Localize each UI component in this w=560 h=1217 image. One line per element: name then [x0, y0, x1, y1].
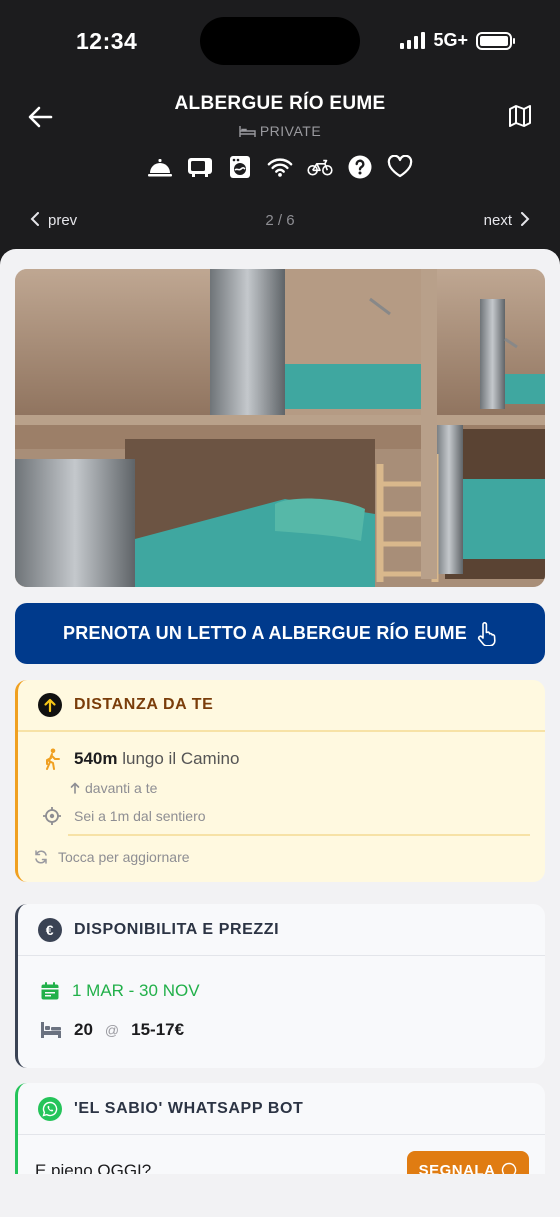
crosshair-icon — [43, 807, 61, 825]
status-bar: 12:34 5G+ — [0, 0, 560, 80]
distance-suffix: lungo il Camino — [122, 749, 240, 768]
bed-icon — [239, 126, 256, 137]
direction-row: davanti a te — [70, 780, 157, 796]
whatsapp-card-header: 'EL SABIO' WHATSAPP BOT — [18, 1083, 545, 1135]
help-icon[interactable] — [347, 154, 373, 180]
bed-icon — [41, 1022, 61, 1038]
divider — [68, 834, 530, 836]
distance-value: 540m — [74, 749, 118, 768]
calendar-icon — [41, 982, 59, 1000]
washing-machine-icon — [227, 154, 253, 180]
availability-card-title: DISPONIBILITA E PREZZI — [74, 920, 280, 938]
distance-card-title: DISTANZA DA TE — [74, 696, 214, 713]
pager-row: prev 2 / 6 next — [0, 212, 560, 234]
hand-pointer-icon — [477, 621, 496, 646]
whatsapp-icon — [502, 1162, 517, 1174]
header: ALBERGUE RÍO EUME PRIVATE prev 2 / 6 nex… — [0, 80, 560, 250]
map-icon — [509, 105, 531, 127]
accommodation-type-label: PRIVATE — [259, 123, 322, 139]
network-type: 5G+ — [433, 30, 468, 50]
distance-card[interactable]: DISTANZA DA TE 540m lungo il Camino dava… — [15, 680, 545, 882]
trail-offset-text: Sei a 1m dal sentiero — [74, 808, 206, 824]
whatsapp-card-title: 'EL SABIO' WHATSAPP BOT — [74, 1099, 304, 1117]
book-bed-button[interactable]: PRENOTA UN LETTO A ALBERGUE RÍO EUME — [15, 603, 545, 664]
availability-card: € DISPONIBILITA E PREZZI 1 MAR - 30 NOV … — [15, 904, 545, 1068]
status-time: 12:34 — [76, 28, 138, 54]
accommodation-type: PRIVATE — [0, 123, 560, 139]
status-indicators: 5G+ — [400, 30, 515, 51]
season-row: 1 MAR - 30 NOV — [40, 981, 200, 1001]
whatsapp-icon — [38, 1096, 62, 1121]
full-today-question: E pieno OGGI? — [35, 1161, 152, 1174]
direction-text: davanti a te — [85, 780, 158, 796]
heart-icon[interactable] — [387, 154, 413, 180]
hostel-photo[interactable] — [15, 269, 545, 587]
dynamic-island — [200, 17, 360, 65]
distance-card-header: DISTANZA DA TE — [18, 680, 545, 732]
content-sheet: PRENOTA UN LETTO A ALBERGUE RÍO EUME DIS… — [0, 249, 560, 1174]
walking-icon — [46, 748, 60, 770]
amenities-row — [0, 154, 560, 180]
page-title: ALBERGUE RÍO EUME — [174, 93, 386, 114]
refresh-row[interactable]: Tocca per aggiornare — [34, 849, 190, 865]
distance-row: 540m lungo il Camino — [42, 748, 239, 770]
bicycle-icon — [307, 154, 333, 180]
refresh-text: Tocca per aggiornare — [58, 849, 190, 865]
pager-indicator: 2 / 6 — [265, 212, 295, 229]
whatsapp-bot-card: 'EL SABIO' WHATSAPP BOT E pieno OGGI? SE… — [15, 1083, 545, 1174]
next-button[interactable]: next — [484, 212, 530, 229]
bottom-safe-area — [0, 1174, 560, 1217]
battery-icon — [476, 31, 515, 50]
report-label: SEGNALA — [418, 1161, 496, 1175]
wifi-icon — [267, 154, 293, 180]
signal-icon — [400, 32, 426, 49]
chevron-right-icon — [521, 212, 530, 226]
season-dates: 1 MAR - 30 NOV — [72, 981, 200, 1000]
next-label: next — [483, 212, 512, 229]
reception-bell-icon — [147, 154, 173, 180]
bunk-room-image — [15, 269, 545, 587]
report-button[interactable]: SEGNALA — [407, 1151, 529, 1174]
trail-offset-row: Sei a 1m dal sentiero — [42, 806, 206, 826]
at-symbol: @ — [104, 1022, 120, 1038]
price-range: 15-17€ — [131, 1020, 185, 1039]
arrow-up-icon — [38, 693, 62, 717]
map-button[interactable] — [506, 102, 534, 130]
availability-card-header: € DISPONIBILITA E PREZZI — [18, 904, 545, 956]
beds-price-row: 20 @ 15-17€ — [40, 1020, 184, 1040]
bed-count: 20 — [74, 1020, 93, 1039]
microwave-icon — [187, 154, 213, 180]
book-bed-label: PRENOTA UN LETTO A ALBERGUE RÍO EUME — [63, 623, 467, 643]
euro-icon: € — [38, 917, 62, 942]
arrow-up-small-icon — [70, 782, 80, 794]
refresh-icon — [35, 850, 47, 864]
